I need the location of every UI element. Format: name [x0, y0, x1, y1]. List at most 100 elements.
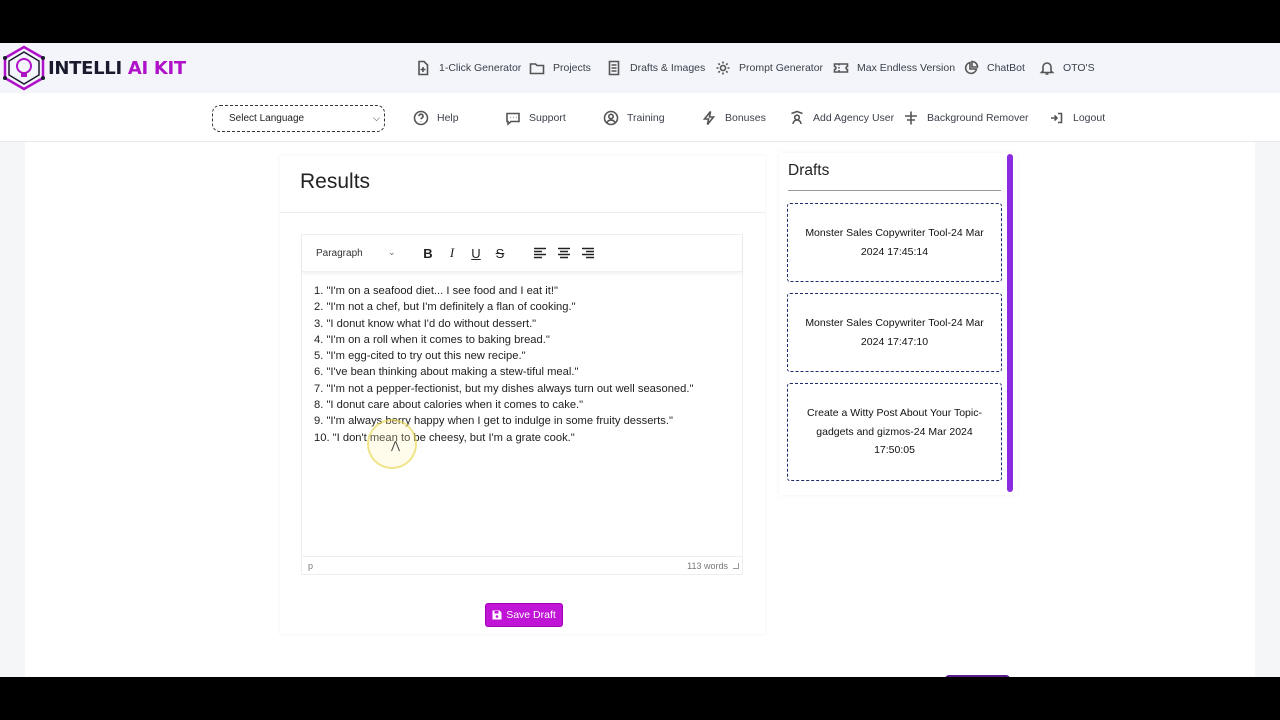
top-navbar: INTELLI AI KIT 1-Click Generator Project…	[0, 43, 1280, 93]
editor-toolbar: Paragraph ⌄ B I U S	[302, 235, 742, 272]
drafts-panel: Drafts Monster Sales Copywriter Tool-24 …	[779, 153, 1017, 495]
strikethrough-button[interactable]: S	[491, 244, 509, 262]
align-left-button[interactable]	[531, 244, 549, 262]
italic-button[interactable]: I	[443, 244, 461, 262]
help-circle-icon	[413, 110, 429, 126]
underline-icon: U	[471, 245, 481, 261]
language-select-value: Select Language	[229, 113, 305, 124]
bolt-icon	[701, 110, 717, 126]
nav-label: Logout	[1073, 111, 1106, 124]
bell-icon	[1039, 60, 1055, 76]
nav-add-agency-user[interactable]: Add Agency User	[789, 93, 894, 142]
underline-button[interactable]: U	[467, 244, 485, 262]
chat-bubble-icon	[505, 110, 521, 126]
nav-drafts-images[interactable]: Drafts & Images	[606, 43, 705, 93]
draft-card[interactable]: Monster Sales Copywriter Tool-24 Mar 202…	[787, 203, 1002, 282]
draft-card-label: Monster Sales Copywriter Tool-24 Mar 202…	[805, 317, 984, 348]
nav-logout[interactable]: Logout	[1049, 93, 1105, 142]
editor-line: 5. "I'm egg-cited to try out this new re…	[314, 350, 526, 363]
brand-name-part2: AI KIT	[127, 57, 186, 79]
nav-max-endless-version[interactable]: Max Endless Version	[833, 43, 955, 93]
align-right-button[interactable]	[579, 244, 597, 262]
nav-chatbot[interactable]: ChatBot	[963, 43, 1025, 93]
nav-support[interactable]: Support	[505, 93, 566, 142]
draft-card[interactable]: Create a Witty Post About Your Topic-gad…	[787, 383, 1002, 481]
nav-background-remover[interactable]: Background Remover	[903, 93, 1029, 142]
block-format-select[interactable]: Paragraph ⌄	[316, 247, 396, 259]
align-center-icon	[558, 247, 570, 259]
nav-label: Projects	[553, 62, 591, 74]
nav-label: Support	[529, 111, 566, 124]
nav-label: Prompt Generator	[739, 62, 824, 74]
drafts-title: Drafts	[788, 162, 830, 179]
sliders-icon	[903, 110, 919, 126]
nav-label: OTO'S	[1063, 62, 1095, 74]
nav-label: Bonuses	[725, 111, 766, 124]
file-plus-icon	[415, 60, 431, 76]
editor-line: 6. "I've bean thinking about making a st…	[314, 366, 579, 379]
brand-name: INTELLI AI KIT	[48, 58, 186, 79]
chevron-down-icon: ⌄	[388, 247, 396, 257]
draft-card-label: Monster Sales Copywriter Tool-24 Mar 202…	[805, 227, 984, 258]
logout-icon	[1049, 110, 1065, 126]
draft-card-label: Create a Witty Post About Your Topic-gad…	[807, 407, 982, 457]
user-badge-icon	[789, 110, 805, 126]
document-icon	[606, 60, 622, 76]
nav-label: Max Endless Version	[857, 62, 956, 74]
editor-line: 8. "I donut care about calories when it …	[314, 399, 584, 412]
nav-label: Add Agency User	[813, 111, 895, 124]
nav-label: 1-Click Generator	[439, 62, 522, 74]
nav-label: Help	[437, 111, 459, 124]
rich-text-editor: Paragraph ⌄ B I U S 1. "I'm on a seafood…	[301, 234, 743, 575]
brain-bulb-icon	[3, 45, 45, 91]
bold-icon: B	[423, 245, 433, 261]
nav-label: Background Remover	[927, 111, 1029, 124]
editor-line: 3. "I donut know what I'd do without des…	[314, 317, 537, 330]
gear-icon	[715, 60, 731, 76]
editor-line: 7. "I'm not a pepper-fectionist, but my …	[314, 382, 694, 395]
editor-line: 4. "I'm on a roll when it comes to bakin…	[314, 333, 550, 346]
nav-bonuses[interactable]: Bonuses	[701, 93, 766, 142]
brand-logo[interactable]: INTELLI AI KIT	[0, 45, 186, 91]
chevron-down-icon: ⌵	[373, 113, 380, 123]
nav-projects[interactable]: Projects	[529, 43, 591, 93]
brand-name-part1: INTELLI	[48, 57, 128, 79]
user-circle-icon	[603, 110, 619, 126]
save-draft-label: Save Draft	[506, 609, 556, 621]
nav-1-click-generator[interactable]: 1-Click Generator	[415, 43, 521, 93]
divider	[788, 190, 1001, 191]
align-right-icon	[582, 247, 594, 259]
nav-label: Training	[627, 111, 665, 124]
ticket-icon	[833, 60, 849, 76]
nav-label: ChatBot	[987, 62, 1025, 74]
strikethrough-icon: S	[495, 245, 505, 261]
element-path: p	[308, 561, 314, 571]
editor-statusbar: p 113 words	[302, 556, 742, 574]
nav-training[interactable]: Training	[603, 93, 665, 142]
drafts-scrollbar[interactable]	[1007, 154, 1013, 492]
align-center-button[interactable]	[555, 244, 573, 262]
word-count: 113 words	[687, 561, 728, 571]
editor-content[interactable]: 1. "I'm on a seafood diet... I see food …	[314, 283, 734, 446]
results-title: Results	[280, 156, 765, 213]
resize-handle-icon[interactable]	[733, 563, 739, 569]
editor-line: 1. "I'm on a seafood diet... I see food …	[314, 285, 558, 297]
floppy-disk-icon	[492, 610, 502, 620]
app-frame: INTELLI AI KIT 1-Click Generator Project…	[0, 43, 1280, 677]
results-panel: Results Paragraph ⌄ B I U S 1. "I'm on a…	[280, 156, 765, 634]
nav-label: Drafts & Images	[630, 62, 706, 74]
italic-icon: I	[449, 245, 455, 260]
folder-icon	[529, 60, 545, 76]
nav-prompt-generator[interactable]: Prompt Generator	[715, 43, 823, 93]
chart-pie-icon	[963, 60, 979, 76]
nav-help[interactable]: Help	[413, 93, 459, 142]
draft-card[interactable]: Monster Sales Copywriter Tool-24 Mar 202…	[787, 293, 1002, 372]
editor-line: 2. "I'm not a chef, but I'm definitely a…	[314, 301, 576, 314]
block-format-value: Paragraph	[316, 248, 363, 259]
language-select[interactable]: Select Language ⌵	[212, 105, 385, 132]
nav-otos[interactable]: OTO'S	[1039, 43, 1095, 93]
bottom-button-edge[interactable]	[945, 675, 1010, 677]
bold-button[interactable]: B	[419, 244, 437, 262]
align-left-icon	[534, 247, 546, 259]
save-draft-button[interactable]: Save Draft	[485, 603, 563, 627]
